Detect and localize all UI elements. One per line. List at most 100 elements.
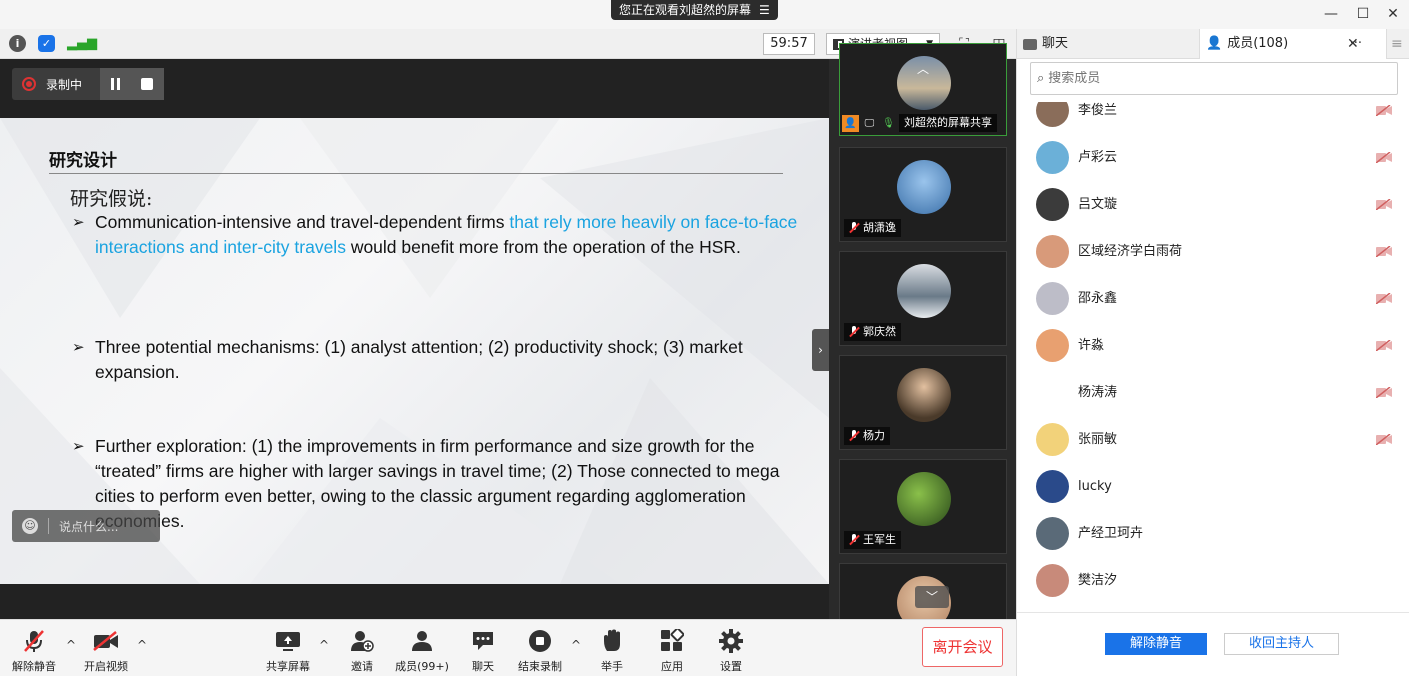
unmute-all-button[interactable]: 解除静音 (1105, 633, 1207, 655)
avatar (1036, 470, 1069, 503)
recording-indicator: 录制中 (12, 68, 164, 100)
meeting-timer: 59:57 (763, 33, 815, 55)
member-row[interactable]: 樊洁汐 (1017, 564, 1409, 611)
chevron-up-icon[interactable]: ^ (137, 638, 147, 652)
avatar (897, 472, 951, 526)
apps-button[interactable]: 应用 (654, 628, 690, 674)
chevron-up-icon[interactable]: ^ (571, 638, 581, 652)
name-label: 王军生 (844, 531, 901, 549)
member-row[interactable]: 卢彩云 (1017, 141, 1409, 188)
member-row[interactable]: 区域经济学白雨荷 (1017, 235, 1409, 282)
avatar (897, 160, 951, 214)
info-icon[interactable]: i (9, 35, 26, 52)
button-label: 开启视频 (84, 660, 128, 673)
members-button[interactable]: 成员(99+) (392, 628, 452, 674)
pause-recording-button[interactable] (110, 78, 120, 90)
reclaim-host-button[interactable]: 收回主持人 (1224, 633, 1339, 655)
participant-name: 王军生 (863, 533, 896, 546)
member-row[interactable]: lucky (1017, 470, 1409, 517)
button-label: 成员(99+) (395, 660, 449, 673)
member-row[interactable]: 许淼 (1017, 329, 1409, 376)
menu-icon[interactable]: ≡ (1391, 29, 1403, 59)
member-row[interactable]: 吕文璇 (1017, 188, 1409, 235)
button-label: 邀请 (351, 660, 373, 673)
video-tile[interactable]: 王军生 (839, 459, 1007, 554)
bullet-text: Further exploration: (1) the improvement… (95, 436, 780, 531)
hand-icon (594, 628, 630, 654)
search-input[interactable] (1048, 71, 1369, 86)
unmute-button[interactable]: 解除静音 (8, 628, 60, 674)
member-name: 杨涛涛 (1078, 385, 1118, 400)
raise-hand-button[interactable]: 举手 (594, 628, 630, 674)
screen-share-icon: 🖵 (864, 117, 875, 129)
camera-off-icon[interactable] (1376, 246, 1392, 257)
screen-share-banner[interactable]: 您正在观看刘超然的屏幕 ☰ (611, 0, 778, 20)
minimize-button[interactable]: — (1321, 4, 1341, 24)
close-icon[interactable]: ✕ (1347, 29, 1359, 59)
chevron-down-icon[interactable]: ﹀ (915, 586, 949, 608)
end-recording-button[interactable]: 结束录制 (514, 628, 566, 674)
camera-off-icon[interactable] (1376, 434, 1392, 445)
camera-off-icon[interactable] (1376, 105, 1392, 116)
camera-off-icon[interactable] (1376, 387, 1392, 398)
chevron-up-icon[interactable]: ^ (66, 638, 76, 652)
member-row[interactable]: 张丽敏 (1017, 423, 1409, 470)
camera-off-icon[interactable] (1376, 340, 1392, 351)
camera-off-icon[interactable] (1376, 199, 1392, 210)
member-name: 樊洁汐 (1078, 573, 1118, 588)
chat-icon (1023, 38, 1037, 50)
video-tile[interactable]: ︿ 👤 🖵 🎙 刘超然的屏幕共享 (839, 43, 1007, 136)
member-name: 区域经济学白雨荷 (1078, 244, 1183, 259)
button-label: 举手 (601, 660, 623, 673)
camera-off-icon[interactable] (1376, 152, 1392, 163)
start-video-button[interactable]: 开启视频 (80, 628, 132, 674)
member-name: lucky (1078, 479, 1112, 494)
list-icon[interactable]: ☰ (759, 0, 770, 20)
emoji-icon[interactable]: ☺ (22, 518, 38, 534)
member-search[interactable]: ⌕ (1030, 62, 1398, 95)
invite-button[interactable]: 邀请 (343, 628, 381, 674)
chevron-up-icon[interactable]: ︿ (917, 60, 929, 77)
member-row[interactable]: 李俊兰 (1017, 102, 1409, 141)
search-icon: ⌕ (1037, 71, 1045, 86)
member-row[interactable]: 邵永鑫 (1017, 282, 1409, 329)
avatar (1036, 376, 1069, 409)
avatar (1036, 517, 1069, 550)
shield-icon[interactable]: ✓ (38, 35, 55, 52)
leave-meeting-button[interactable]: 离开会议 (922, 627, 1003, 667)
close-button[interactable]: ✕ (1383, 4, 1403, 24)
mic-muted-icon (849, 326, 859, 338)
video-tile[interactable]: 杨力 (839, 355, 1007, 450)
member-row[interactable]: 杨涛涛 (1017, 376, 1409, 423)
banner-text: 您正在观看刘超然的屏幕 (619, 3, 752, 17)
avatar (897, 368, 951, 422)
tab-label: 成员(108) (1227, 36, 1289, 51)
bullet-text: Communication-intensive and travel-depen… (95, 212, 510, 232)
chat-button[interactable]: 聊天 (465, 628, 501, 674)
share-badges: 👤 🖵 🎙 刘超然的屏幕共享 (842, 114, 997, 132)
participant-name: 杨力 (863, 429, 885, 442)
comment-input[interactable]: ☺ 说点什么... (12, 510, 160, 542)
collapse-strip-button[interactable]: › (812, 329, 829, 371)
tab-members[interactable]: 👤 成员(108) ··· (1199, 29, 1387, 59)
button-label: 解除静音 (12, 660, 56, 673)
maximize-button[interactable]: ☐ (1353, 4, 1373, 24)
video-tile[interactable]: 郭庆然 (839, 251, 1007, 346)
camera-off-icon[interactable] (1376, 293, 1392, 304)
video-strip: ︿ 👤 🖵 🎙 刘超然的屏幕共享 胡潇逸 郭庆然 杨力 王军生 ﹀ (829, 43, 1016, 630)
chat-icon (465, 628, 501, 654)
avatar (1036, 282, 1069, 315)
avatar (897, 264, 951, 318)
chevron-up-icon[interactable]: ^ (319, 638, 329, 652)
share-screen-button[interactable]: 共享屏幕 (262, 628, 314, 674)
member-name: 张丽敏 (1078, 432, 1118, 447)
tab-chat[interactable]: 聊天 (1023, 29, 1199, 59)
stop-recording-button[interactable] (141, 78, 154, 90)
signal-icon[interactable]: ▂▄▆ (67, 35, 97, 52)
title-divider (49, 173, 783, 174)
arrow-bullet-icon: ➢ (72, 339, 85, 356)
settings-button[interactable]: 设置 (713, 628, 749, 674)
member-row[interactable]: 产经卫珂卉 (1017, 517, 1409, 564)
video-tile[interactable]: 胡潇逸 (839, 147, 1007, 242)
stop-record-icon (514, 628, 566, 654)
